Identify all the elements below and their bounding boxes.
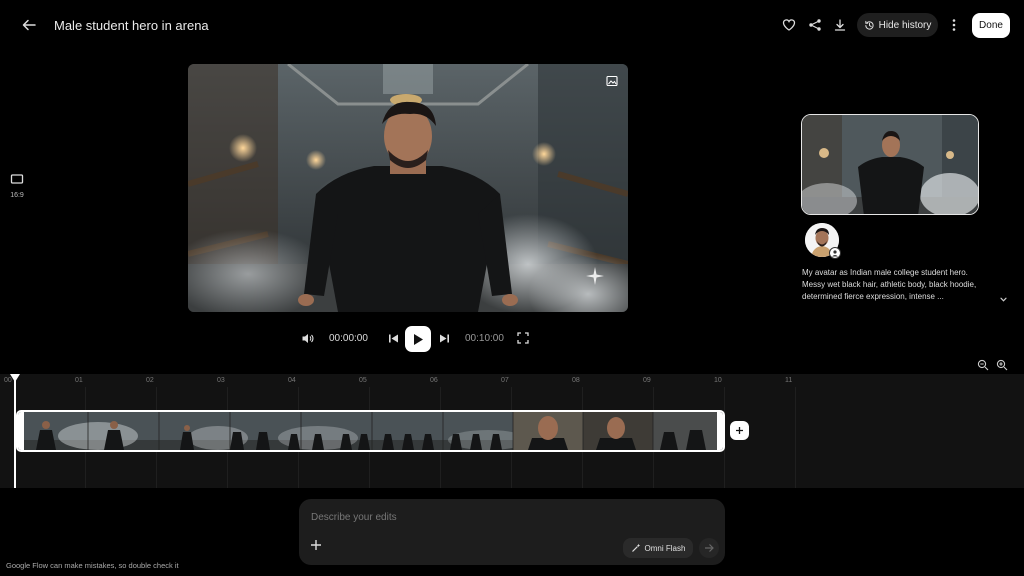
timeline-ruler: 00 01 02 03 04 05 06 07 08 09 10 11: [0, 374, 1024, 387]
chevron-down-icon: [1000, 297, 1007, 302]
timeline-tick: 06: [430, 377, 438, 384]
timeline-tick: 05: [359, 377, 367, 384]
history-prompt-text: My avatar as Indian male college student…: [802, 268, 977, 301]
download-button[interactable]: [830, 15, 850, 35]
play-icon: [414, 333, 423, 345]
more-vertical-icon: [952, 19, 956, 31]
hide-history-label: Hide history: [878, 19, 932, 31]
timeline-tick: 07: [501, 377, 509, 384]
add-media-button[interactable]: [309, 538, 325, 554]
add-clip-button[interactable]: [730, 421, 749, 440]
more-options-button[interactable]: [944, 15, 964, 35]
skip-previous-icon: [388, 334, 398, 342]
history-thumbnail[interactable]: [801, 114, 979, 215]
clip-filmstrip-image: [18, 412, 723, 450]
video-preview[interactable]: [188, 64, 628, 312]
next-button[interactable]: [436, 327, 452, 349]
timeline-tick: 01: [75, 377, 83, 384]
page-title: Male student hero in arena: [54, 18, 209, 33]
zoom-out-icon: [977, 359, 989, 371]
image-icon: [606, 75, 618, 87]
back-button[interactable]: [18, 14, 40, 36]
duration: 00:10:00: [465, 333, 504, 344]
add-to-frame-button[interactable]: [606, 74, 618, 92]
timeline-tick: 02: [146, 377, 154, 384]
zoom-out-button[interactable]: [977, 358, 991, 372]
fullscreen-icon: [517, 332, 529, 344]
disclaimer-text: Google Flow can make mistakes, so double…: [6, 561, 179, 570]
sparkle-watermark-icon: [586, 267, 604, 290]
timeline[interactable]: 00 01 02 03 04 05 06 07 08 09 10 11: [0, 374, 1024, 488]
avatar-badge-icon: [829, 247, 841, 259]
timeline-tick: 09: [643, 377, 651, 384]
video-clip[interactable]: [16, 410, 725, 452]
edit-prompt-input[interactable]: [311, 509, 711, 525]
video-frame-image: [188, 64, 628, 312]
timeline-tick: 11: [785, 377, 793, 384]
volume-icon: [302, 333, 313, 343]
send-button[interactable]: [699, 538, 719, 558]
plus-icon: [311, 540, 321, 550]
aspect-ratio-icon: [10, 174, 24, 184]
hide-history-button[interactable]: Hide history: [857, 13, 938, 37]
current-time: 00:00:00: [329, 333, 368, 344]
zoom-in-button[interactable]: [996, 358, 1010, 372]
done-button[interactable]: Done: [972, 13, 1010, 38]
timeline-tick: 03: [217, 377, 225, 384]
timeline-tick: 10: [714, 377, 722, 384]
fullscreen-button[interactable]: [515, 327, 531, 349]
share-icon: [809, 19, 821, 31]
playhead-handle[interactable]: [10, 374, 20, 382]
history-frame-image: [802, 115, 978, 214]
model-label: Omni Flash: [644, 543, 686, 553]
expand-prompt-button[interactable]: [999, 291, 1008, 309]
favorite-button[interactable]: [779, 15, 799, 35]
model-selector[interactable]: Omni Flash: [623, 538, 693, 558]
magic-wand-icon: [631, 543, 640, 552]
timeline-tick: 08: [572, 377, 580, 384]
history-icon: [864, 20, 874, 30]
aspect-ratio-label: 16:9: [10, 192, 24, 199]
heart-icon: [782, 19, 796, 31]
plus-icon: [736, 427, 743, 434]
playhead[interactable]: [14, 374, 16, 488]
volume-button[interactable]: [298, 327, 316, 349]
play-button[interactable]: [405, 326, 431, 352]
zoom-in-icon: [996, 359, 1008, 371]
aspect-ratio-button[interactable]: 16:9: [4, 172, 30, 199]
timeline-tick: 04: [288, 377, 296, 384]
arrow-right-icon: [705, 544, 714, 552]
previous-button[interactable]: [385, 327, 401, 349]
skip-next-icon: [439, 334, 449, 342]
share-button[interactable]: [805, 15, 825, 35]
download-icon: [834, 19, 846, 31]
arrow-left-icon: [22, 19, 36, 31]
